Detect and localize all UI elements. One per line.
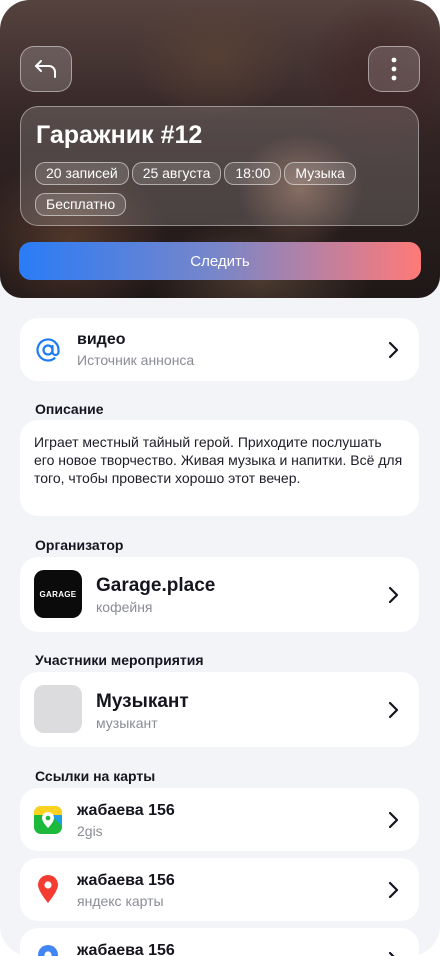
source-subtitle: Источник аннонса	[77, 352, 195, 368]
maps-label: Ссылки на карты	[35, 768, 156, 784]
google-maps-pin-icon	[38, 945, 58, 956]
chip-price: Бесплатно	[35, 193, 127, 216]
chevron-right-icon	[388, 881, 399, 898]
map-address: жабаева 156	[77, 802, 175, 819]
participant-name: Музыкант	[96, 691, 189, 712]
participant-card[interactable]: Музыкант музыкант	[20, 672, 419, 747]
map-service: яндекс карты	[77, 893, 164, 909]
phone-screen: Гаражник #12 20 записей 25 августа 18:00 Му…	[0, 0, 440, 956]
map-service: 2gis	[77, 823, 103, 839]
chip-date: 25 августа	[131, 162, 222, 185]
event-info-card: Гаражник #12 20 записей 25 августа 18:00 Му…	[20, 106, 419, 226]
chevron-right-icon	[388, 341, 399, 358]
source-card[interactable]: видео Источник аннонса	[20, 318, 419, 381]
chevron-right-icon	[388, 811, 399, 828]
description-label: Описание	[35, 401, 104, 417]
map-address: жабаева 156	[77, 872, 175, 889]
chip-time: 18:00	[224, 162, 282, 185]
chevron-right-icon	[388, 586, 399, 603]
organizer-type: кофейня	[96, 599, 153, 615]
map-link-google[interactable]: жабаева 156	[20, 928, 419, 956]
more-options-button[interactable]	[368, 46, 420, 92]
at-icon	[36, 338, 60, 362]
chip-entries: 20 записей	[35, 162, 129, 185]
organizer-label: Организатор	[35, 537, 124, 553]
organizer-name: Garage.place	[96, 575, 216, 596]
back-arrow-icon	[35, 60, 56, 78]
2gis-icon	[34, 806, 62, 834]
participants-label: Участники мероприятия	[35, 652, 204, 668]
source-title: видео	[77, 331, 126, 348]
event-tags: 20 записей 25 августа 18:00 Музыка Бесплатно	[35, 162, 405, 224]
chip-category: Музыка	[284, 162, 356, 185]
description-card: Играет местный тайный герой. Приходите п…	[20, 420, 419, 516]
yandex-maps-pin-icon	[38, 875, 58, 903]
map-address: жабаева 156	[77, 942, 175, 956]
participant-role: музыкант	[96, 715, 158, 731]
follow-button[interactable]: Следить	[19, 242, 421, 280]
event-title: Гаражник #12	[36, 121, 203, 149]
chevron-right-icon	[388, 951, 396, 956]
map-link-2gis[interactable]: жабаева 156 2gis	[20, 788, 419, 851]
more-vertical-icon	[391, 57, 397, 81]
participant-avatar	[34, 685, 82, 733]
back-button[interactable]	[20, 46, 72, 92]
organizer-logo: GARAGE	[34, 570, 82, 618]
description-text: Играет местный тайный герой. Приходите п…	[34, 434, 403, 486]
organizer-card[interactable]: GARAGE Garage.place кофейня	[20, 557, 419, 632]
chevron-right-icon	[388, 701, 399, 718]
map-link-yandex[interactable]: жабаева 156 яндекс карты	[20, 858, 419, 921]
